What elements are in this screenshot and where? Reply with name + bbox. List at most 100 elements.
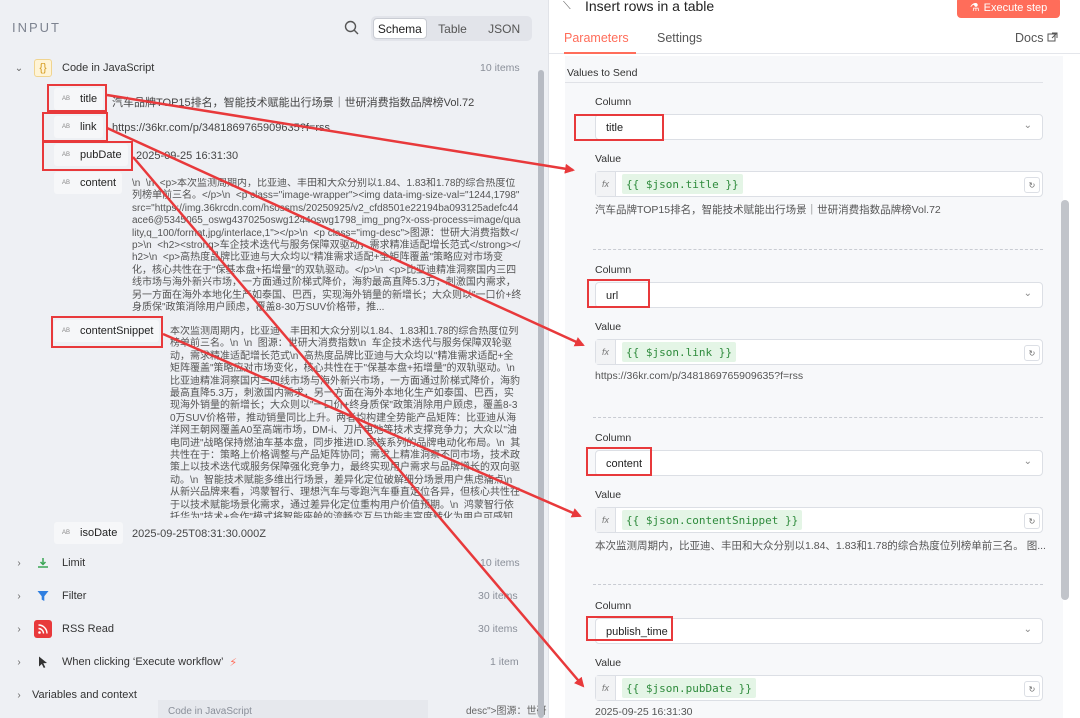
flask-icon: ⚗	[969, 2, 980, 14]
drag-ghost-label: Code in JavaScript	[168, 706, 252, 717]
chevron-down-icon: ⌄	[1023, 288, 1032, 299]
node-tabs: Parameters Settings Docs	[549, 20, 1080, 54]
view-toggle: Schema Table JSON	[371, 16, 532, 41]
reset-icon[interactable]: ↻	[1024, 681, 1040, 697]
view-tab-schema[interactable]: Schema	[373, 18, 427, 39]
value-label: Value	[595, 657, 622, 669]
values-form: Values to Send Column title ⌄ Value fx {…	[565, 56, 1063, 718]
value-expression-input[interactable]: fx {{ $json.link }} ↻	[595, 339, 1043, 365]
tree-node-code[interactable]: ⌄ {} Code in JavaScript	[12, 57, 154, 79]
field-pill-contentsnippet[interactable]: AB contentSnippet	[54, 320, 160, 342]
column-select[interactable]: content ⌄	[595, 450, 1043, 476]
parameters-scrollbar[interactable]	[1061, 200, 1069, 600]
chevron-right-icon[interactable]: ›	[12, 556, 26, 570]
view-tab-json[interactable]: JSON	[478, 18, 530, 39]
row-divider	[593, 249, 1043, 250]
expression-preview: https://36kr.com/p/3481869765909635?f=rs…	[595, 370, 804, 382]
field-pill-pubdate[interactable]: AB pubDate	[54, 144, 128, 166]
chevron-right-icon[interactable]: ›	[12, 589, 26, 603]
string-type-icon: AB	[62, 96, 71, 102]
cursor-icon	[34, 653, 52, 671]
string-type-icon: AB	[62, 152, 71, 158]
expression-preview: 2025-09-25 16:31:30	[595, 706, 693, 718]
tree-node-label: RSS Read	[62, 623, 114, 635]
string-type-icon: AB	[62, 124, 71, 130]
field-name: link	[80, 121, 97, 133]
column-label: Column	[595, 96, 632, 108]
item-count: 10 items	[480, 62, 520, 74]
column-label: Column	[595, 600, 632, 612]
value-expression-input[interactable]: fx {{ $json.title }} ↻	[595, 171, 1043, 197]
docs-link[interactable]: Docs	[1015, 31, 1058, 45]
node-type-icon: ⟍	[563, 0, 571, 12]
row-divider	[593, 417, 1043, 418]
chevron-down-icon: ⌄	[1023, 456, 1032, 467]
value-expression-input[interactable]: fx {{ $json.contentSnippet }} ↻	[595, 507, 1043, 533]
chevron-down-icon[interactable]: ⌄	[12, 61, 26, 75]
chevron-right-icon[interactable]: ›	[12, 688, 26, 702]
execute-step-label: Execute step	[983, 1, 1048, 14]
chevron-right-icon[interactable]: ›	[12, 655, 26, 669]
execute-step-button[interactable]: ⚗ Execute step	[957, 0, 1060, 18]
tree-node-label: Variables and context	[32, 689, 137, 701]
tab-parameters[interactable]: Parameters	[564, 31, 629, 45]
column-select-value: url	[606, 290, 619, 302]
field-pill-link[interactable]: AB link	[54, 116, 103, 138]
column-select-value: title	[606, 122, 624, 134]
field-pill-isodate[interactable]: AB isoDate	[54, 522, 124, 544]
field-value-long: \n \n <p>本次监测周期内，比亚迪、丰田和大众分别以1.84、1.83和1…	[132, 178, 522, 314]
column-select-value: publish_time	[606, 626, 668, 638]
column-select-value: content	[606, 458, 643, 470]
item-count: 30 items	[478, 623, 518, 635]
field-value: 2025-09-25 16:31:30	[136, 150, 239, 162]
item-count: 1 item	[490, 656, 519, 668]
lightning-icon: ⚡	[229, 656, 238, 669]
expression-code: {{ $json.title }}	[622, 174, 743, 194]
values-to-send-label: Values to Send	[567, 67, 638, 79]
tree-node-rss-read[interactable]: › RSS Read	[12, 618, 114, 640]
field-name: isoDate	[80, 527, 118, 539]
tree-node-filter[interactable]: › Filter	[12, 585, 86, 607]
field-pill-content[interactable]: AB content	[54, 172, 123, 194]
tree-node-manual-trigger[interactable]: › When clicking ‘Execute workflow’ ⚡	[12, 651, 237, 673]
expression-code: {{ $json.link }}	[622, 342, 736, 362]
expression-code: {{ $json.pubDate }}	[622, 678, 756, 698]
chevron-right-icon[interactable]: ›	[12, 622, 26, 636]
value-expression-input[interactable]: fx {{ $json.pubDate }} ↻	[595, 675, 1043, 701]
fx-icon: fx	[596, 508, 616, 532]
input-panel-header: INPUT Schema Table JSON	[0, 0, 548, 56]
field-value-fragment: desc">图源：世研	[466, 706, 547, 717]
tree-node-label: Limit	[62, 557, 86, 569]
column-label: Column	[595, 264, 632, 276]
reset-icon[interactable]: ↻	[1024, 177, 1040, 193]
field-value: 2025-09-25T08:31:30.000Z	[132, 528, 266, 540]
tab-settings[interactable]: Settings	[657, 31, 702, 45]
view-tab-table[interactable]: Table	[427, 18, 479, 39]
item-count: 10 items	[480, 557, 520, 569]
search-icon[interactable]	[342, 18, 362, 38]
node-parameters-panel: ⟍ Insert rows in a table ⚗ Execute step …	[548, 0, 1080, 718]
expression-code: {{ $json.contentSnippet }}	[622, 510, 803, 530]
fx-icon: fx	[596, 676, 616, 700]
drag-ghost: Code in JavaScript	[158, 700, 428, 718]
expression-preview: 汽车品牌TOP15排名，智能技术赋能出行场景｜世研消费指数品牌榜Vol.72	[595, 204, 941, 216]
reset-icon[interactable]: ↻	[1024, 345, 1040, 361]
chevron-down-icon: ⌄	[1023, 624, 1032, 635]
column-select[interactable]: publish_time ⌄	[595, 618, 1043, 644]
node-title[interactable]: Insert rows in a table	[585, 0, 714, 14]
string-type-icon: AB	[62, 328, 71, 334]
reset-icon[interactable]: ↻	[1024, 513, 1040, 529]
tree-node-label: Code in JavaScript	[62, 62, 155, 74]
tree-node-label: When clicking ‘Execute workflow’	[62, 656, 224, 668]
divider	[565, 82, 1043, 83]
column-select[interactable]: title ⌄	[595, 114, 1043, 140]
field-value: 汽车品牌TOP15排名，智能技术赋能出行场景｜世研消费指数品牌榜Vol.72	[112, 97, 475, 109]
input-scrollbar[interactable]	[538, 70, 544, 718]
field-pill-title[interactable]: AB title	[54, 88, 104, 110]
input-panel: INPUT Schema Table JSON ⌄ {} Code in Jav…	[0, 0, 548, 718]
tree-node-limit[interactable]: › Limit	[12, 552, 85, 574]
field-value: https://36kr.com/p/3481869765909635?f=rs…	[112, 122, 331, 134]
tree-node-variables[interactable]: › Variables and context	[12, 684, 137, 706]
column-select[interactable]: url ⌄	[595, 282, 1043, 308]
row-divider	[593, 584, 1043, 585]
